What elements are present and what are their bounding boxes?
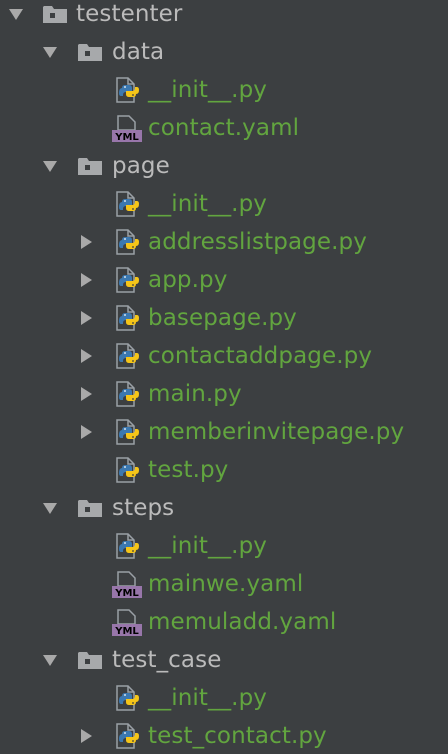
- chevron-right-icon[interactable]: [74, 413, 98, 451]
- python-file-icon: [112, 223, 142, 261]
- chevron-right-icon[interactable]: [74, 375, 98, 413]
- python-file-icon: [112, 679, 142, 717]
- python-file-icon: [112, 413, 142, 451]
- tree-file-row[interactable]: YML contact.yaml: [0, 109, 448, 147]
- python-file-icon: [112, 527, 142, 565]
- chevron-right-icon[interactable]: [74, 337, 98, 375]
- tree-item-label: addresslistpage.py: [148, 229, 367, 255]
- tree-item-label: __init__.py: [148, 77, 267, 103]
- tree-item-label: app.py: [148, 267, 228, 293]
- tree-item-label: testenter: [76, 1, 183, 27]
- tree-item-label: __init__.py: [148, 191, 267, 217]
- chevron-down-icon[interactable]: [38, 489, 62, 527]
- yaml-file-icon: YML: [112, 603, 142, 641]
- tree-folder-row[interactable]: testenter: [0, 0, 448, 33]
- tree-folder-row[interactable]: data: [0, 33, 448, 71]
- tree-item-label: __init__.py: [148, 533, 267, 559]
- chevron-right-icon[interactable]: [74, 261, 98, 299]
- folder-icon: [40, 0, 70, 33]
- tree-file-row[interactable]: __init__.py: [0, 527, 448, 565]
- tree-item-label: data: [112, 39, 165, 65]
- yaml-file-icon: YML: [112, 109, 142, 147]
- tree-item-label: memuladd.yaml: [148, 609, 337, 635]
- tree-file-row[interactable]: memberinvitepage.py: [0, 413, 448, 451]
- folder-icon: [75, 489, 105, 527]
- tree-folder-row[interactable]: page: [0, 147, 448, 185]
- python-file-icon: [112, 717, 142, 754]
- tree-item-label: test.py: [148, 457, 229, 483]
- svg-text:YML: YML: [114, 588, 139, 598]
- tree-file-row[interactable]: addresslistpage.py: [0, 223, 448, 261]
- tree-item-label: steps: [112, 495, 175, 521]
- python-file-icon: [112, 185, 142, 223]
- tree-file-row[interactable]: contactaddpage.py: [0, 337, 448, 375]
- tree-item-label: contactaddpage.py: [148, 343, 373, 369]
- chevron-down-icon[interactable]: [38, 33, 62, 71]
- chevron-right-icon[interactable]: [74, 223, 98, 261]
- chevron-down-icon[interactable]: [38, 147, 62, 185]
- project-tree: testenter data __init__.py YML contact.yaml p…: [0, 0, 448, 754]
- tree-file-row[interactable]: app.py: [0, 261, 448, 299]
- tree-file-row[interactable]: main.py: [0, 375, 448, 413]
- tree-file-row[interactable]: __init__.py: [0, 185, 448, 223]
- folder-icon: [75, 147, 105, 185]
- python-file-icon: [112, 375, 142, 413]
- python-file-icon: [112, 71, 142, 109]
- tree-item-label: contact.yaml: [148, 115, 300, 141]
- tree-file-row[interactable]: YML memuladd.yaml: [0, 603, 448, 641]
- tree-item-label: basepage.py: [148, 305, 297, 331]
- tree-file-row[interactable]: test_contact.py: [0, 717, 448, 754]
- yaml-file-icon: YML: [112, 565, 142, 603]
- tree-folder-row[interactable]: test_case: [0, 641, 448, 679]
- tree-file-row[interactable]: __init__.py: [0, 71, 448, 109]
- python-file-icon: [112, 261, 142, 299]
- python-file-icon: [112, 337, 142, 375]
- folder-icon: [75, 33, 105, 71]
- tree-item-label: mainwe.yaml: [148, 571, 304, 597]
- tree-file-row[interactable]: basepage.py: [0, 299, 448, 337]
- svg-text:YML: YML: [114, 626, 139, 636]
- tree-item-label: __init__.py: [148, 685, 267, 711]
- tree-folder-row[interactable]: steps: [0, 489, 448, 527]
- tree-item-label: test_contact.py: [148, 723, 327, 749]
- tree-file-row[interactable]: __init__.py: [0, 679, 448, 717]
- tree-item-label: page: [112, 153, 170, 179]
- tree-item-label: memberinvitepage.py: [148, 419, 405, 445]
- python-file-icon: [112, 299, 142, 337]
- chevron-right-icon[interactable]: [74, 717, 98, 754]
- tree-item-label: main.py: [148, 381, 242, 407]
- tree-file-row[interactable]: test.py: [0, 451, 448, 489]
- svg-text:YML: YML: [114, 132, 139, 142]
- tree-item-label: test_case: [112, 647, 222, 673]
- python-file-icon: [112, 451, 142, 489]
- tree-file-row[interactable]: YML mainwe.yaml: [0, 565, 448, 603]
- chevron-right-icon[interactable]: [74, 299, 98, 337]
- folder-icon: [75, 641, 105, 679]
- chevron-down-icon[interactable]: [4, 0, 28, 33]
- chevron-down-icon[interactable]: [38, 641, 62, 679]
